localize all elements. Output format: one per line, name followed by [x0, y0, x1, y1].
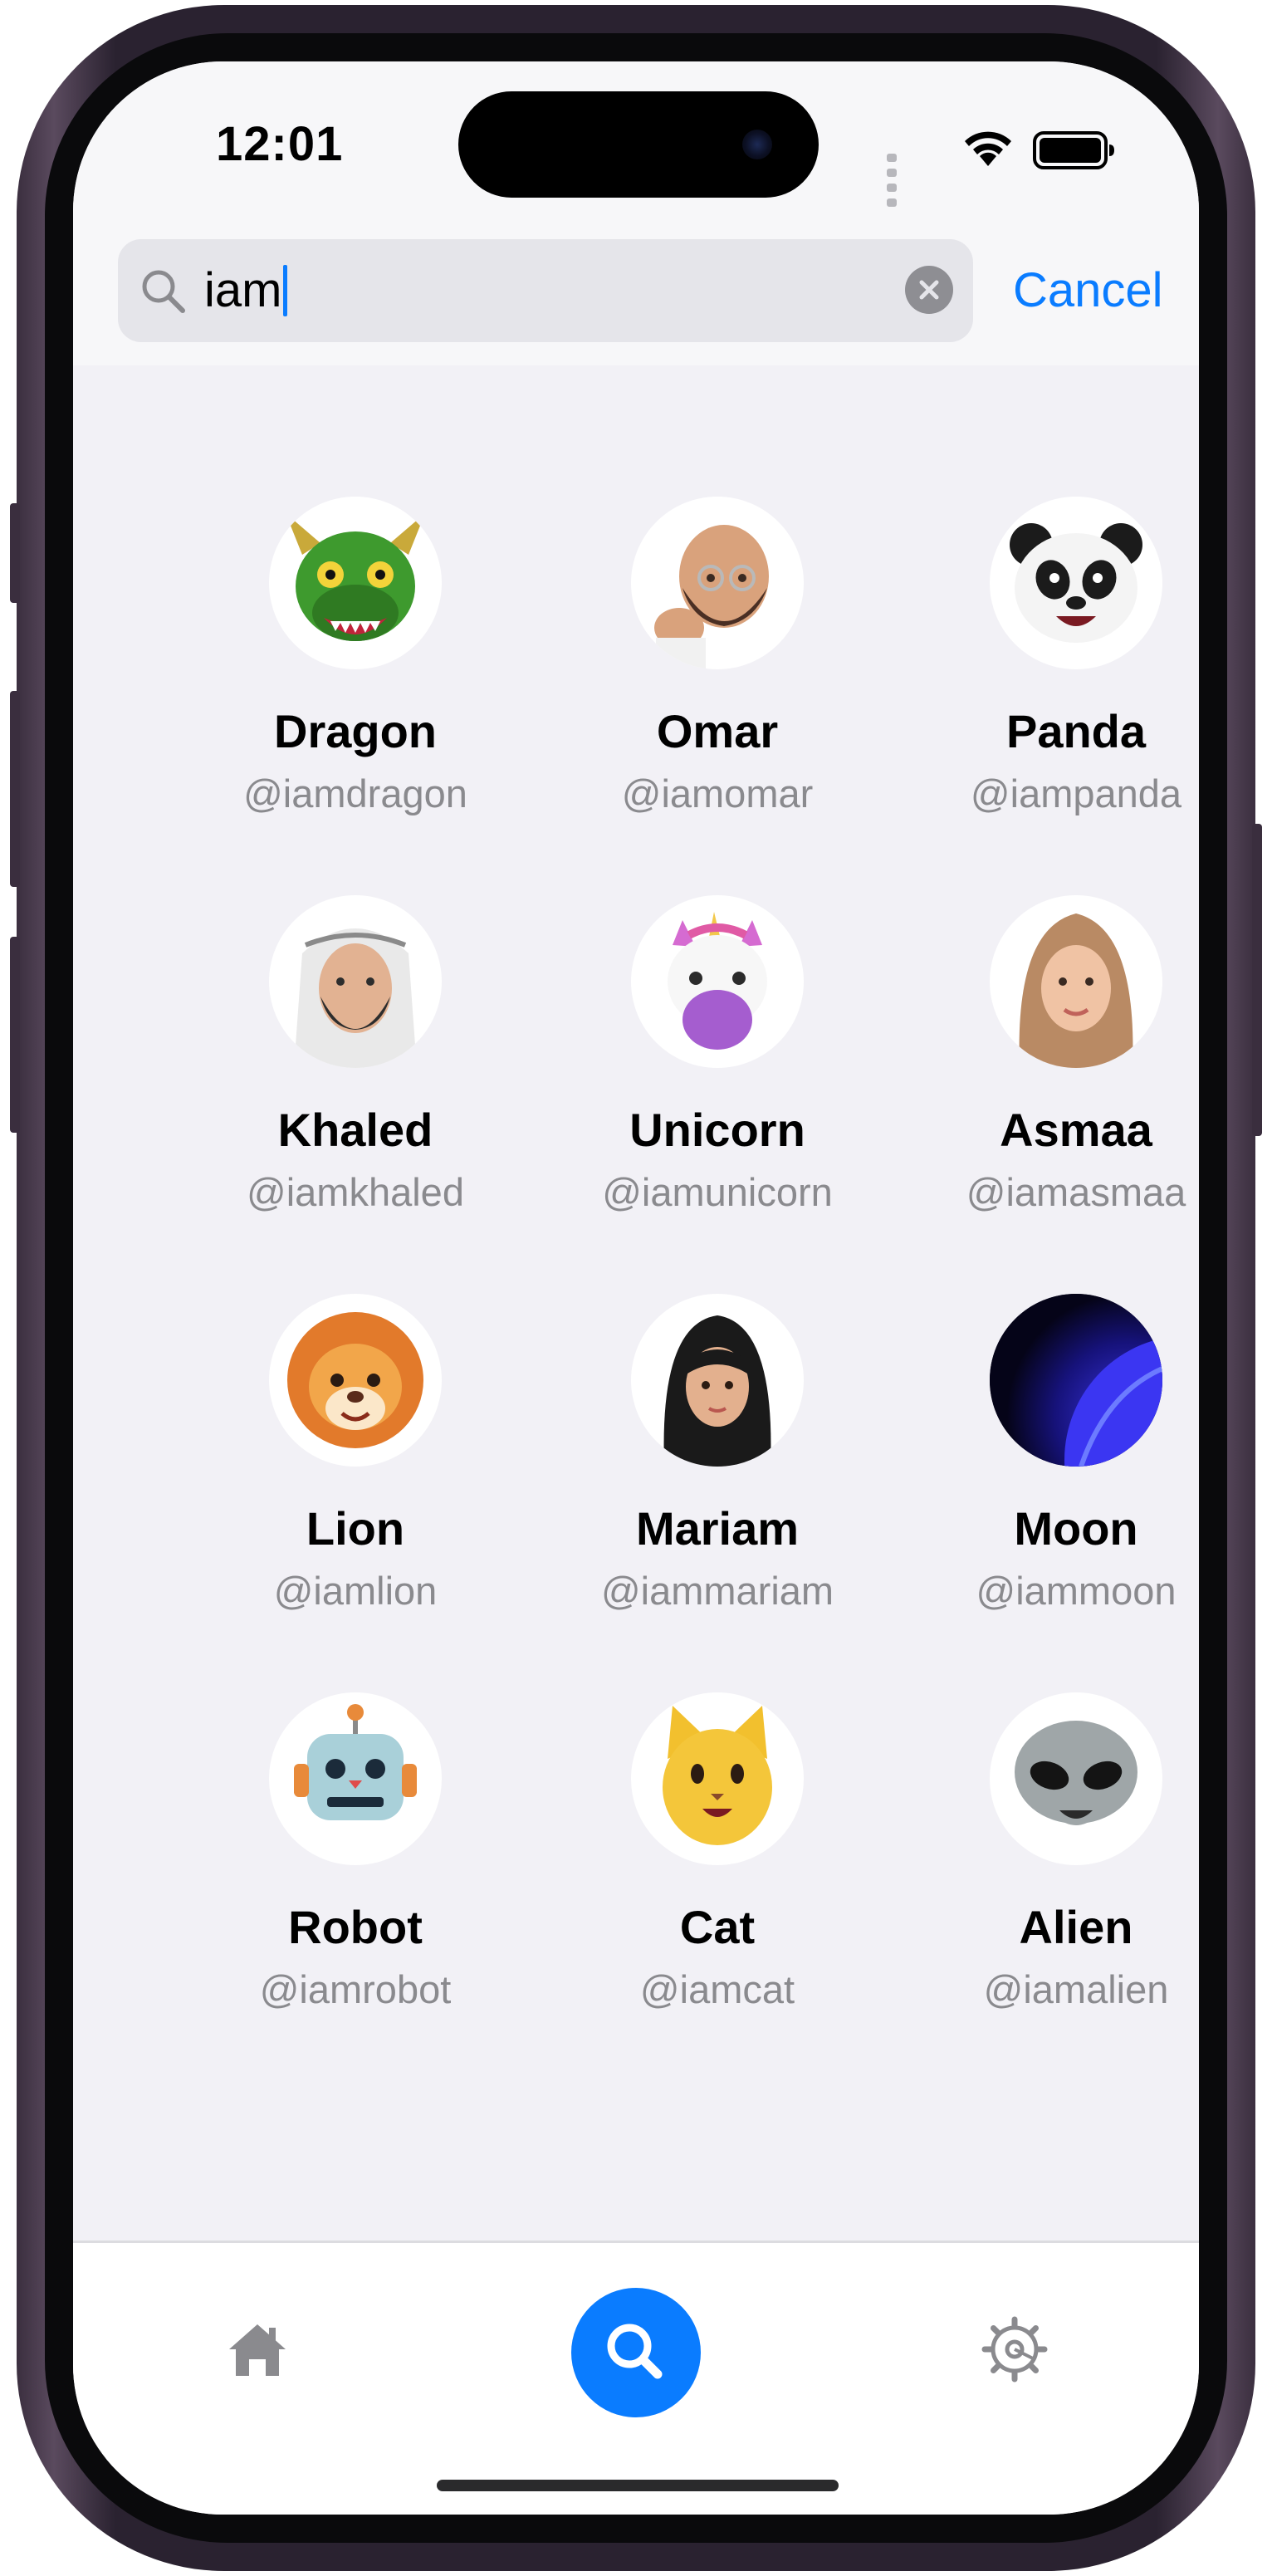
- avatar: [990, 1692, 1162, 1865]
- close-icon: [919, 280, 939, 300]
- contact-name: Robot: [288, 1901, 423, 1953]
- contact-handle: @iamalien: [983, 1967, 1169, 2011]
- bald-bearded-man-memoji-icon: [654, 525, 769, 669]
- robot-memoji-icon: [294, 1704, 417, 1820]
- cancel-button[interactable]: Cancel: [1013, 257, 1163, 324]
- contact-handle: @iamomar: [621, 771, 814, 815]
- result-card[interactable]: Mariam @iammariam: [551, 1294, 883, 1643]
- results-grid: Dragon @iamdragon Omar @iamomar Panda @i…: [73, 365, 1199, 2242]
- result-card[interactable]: Alien @iamalien: [910, 1692, 1199, 2041]
- contact-handle: @iampanda: [970, 771, 1182, 815]
- text-cursor: [283, 265, 288, 316]
- avatar: [631, 1692, 804, 1865]
- tab-bar: [73, 2241, 1199, 2515]
- result-card[interactable]: Khaled @iamkhaled: [189, 895, 521, 1244]
- avatar: [269, 1692, 442, 1865]
- result-card[interactable]: Dragon @iamdragon: [189, 497, 521, 845]
- action-button: [10, 503, 20, 603]
- dynamic-island: [458, 91, 819, 198]
- header-area: 12:01 iam Cancel: [73, 61, 1199, 365]
- status-time: 12:01: [216, 117, 344, 171]
- contact-name: Cat: [679, 1901, 756, 1953]
- contact-handle: @iamkhaled: [247, 1170, 464, 1214]
- contact-handle: @iamasmaa: [966, 1170, 1186, 1214]
- contact-handle: @iamcat: [639, 1967, 795, 2011]
- search-input[interactable]: iam: [204, 259, 288, 322]
- contact-name: Moon: [1014, 1502, 1138, 1555]
- avatar: [990, 497, 1162, 669]
- contact-handle: @iammoon: [976, 1569, 1177, 1613]
- result-card[interactable]: Panda @iampanda: [910, 497, 1199, 845]
- contact-handle: @iamrobot: [259, 1967, 452, 2011]
- contact-name: Unicorn: [629, 1104, 805, 1156]
- result-card[interactable]: Robot @iamrobot: [189, 1692, 521, 2041]
- contact-name: Lion: [306, 1502, 405, 1555]
- home-indicator[interactable]: [437, 2480, 839, 2491]
- avatar: [631, 1294, 804, 1467]
- magnifying-glass-icon: [607, 2324, 663, 2379]
- volume-up-button: [10, 691, 20, 887]
- panda-memoji-icon: [1010, 523, 1142, 643]
- result-card[interactable]: Cat @iamcat: [551, 1692, 883, 2041]
- avatar: [631, 497, 804, 669]
- avatar: [269, 497, 442, 669]
- power-button: [1252, 824, 1262, 1136]
- avatar: [990, 1294, 1162, 1467]
- battery-icon: [1033, 131, 1114, 169]
- contact-name: Asmaa: [1000, 1104, 1152, 1156]
- contact-name: Panda: [1005, 705, 1147, 757]
- cellular-signal-icon: [887, 151, 901, 211]
- contact-name: Omar: [656, 705, 779, 757]
- lion-memoji-icon: [287, 1312, 423, 1448]
- contact-name: Mariam: [635, 1502, 800, 1555]
- cat-memoji-icon: [663, 1706, 772, 1845]
- app-screen: 12:01 iam Cancel Dragon @iamdragon Omar …: [73, 61, 1199, 2515]
- avatar: [269, 1294, 442, 1467]
- contact-handle: @iamdragon: [243, 771, 467, 815]
- man-headscarf-memoji-icon: [294, 928, 417, 1068]
- front-camera-icon: [742, 130, 772, 159]
- clear-search-button[interactable]: [905, 266, 953, 314]
- search-icon: [142, 270, 185, 313]
- moon-space-icon: [990, 1294, 1162, 1467]
- result-card[interactable]: Moon @iammoon: [910, 1294, 1199, 1643]
- avatar: [631, 895, 804, 1068]
- contact-handle: @iammariam: [600, 1569, 834, 1613]
- search-field[interactable]: iam: [118, 239, 973, 342]
- avatar: [269, 895, 442, 1068]
- contact-name: Khaled: [277, 1104, 433, 1156]
- avatar: [990, 895, 1162, 1068]
- unicorn-memoji-icon: [668, 912, 767, 1050]
- gear-icon[interactable]: [981, 2316, 1048, 2383]
- contact-handle: @iamunicorn: [602, 1170, 833, 1214]
- volume-down-button: [10, 937, 20, 1133]
- result-card[interactable]: Omar @iamomar: [551, 497, 883, 845]
- woman-black-hijab-memoji-icon: [663, 1315, 771, 1467]
- woman-hijab-memoji-icon: [1019, 913, 1133, 1068]
- result-card[interactable]: Unicorn @iamunicorn: [551, 895, 883, 1244]
- wifi-icon: [965, 131, 1011, 166]
- result-card[interactable]: Asmaa @iamasmaa: [910, 895, 1199, 1244]
- contact-name: Alien: [1019, 1901, 1133, 1953]
- contact-name: Dragon: [274, 705, 437, 757]
- dragon-memoji-icon: [286, 513, 425, 641]
- house-icon[interactable]: [224, 2316, 291, 2383]
- search-query-text: iam: [204, 263, 282, 317]
- alien-memoji-icon: [1015, 1721, 1137, 1825]
- tab-search[interactable]: [571, 2288, 701, 2417]
- result-card[interactable]: Lion @iamlion: [189, 1294, 521, 1643]
- contact-handle: @iamlion: [273, 1569, 438, 1613]
